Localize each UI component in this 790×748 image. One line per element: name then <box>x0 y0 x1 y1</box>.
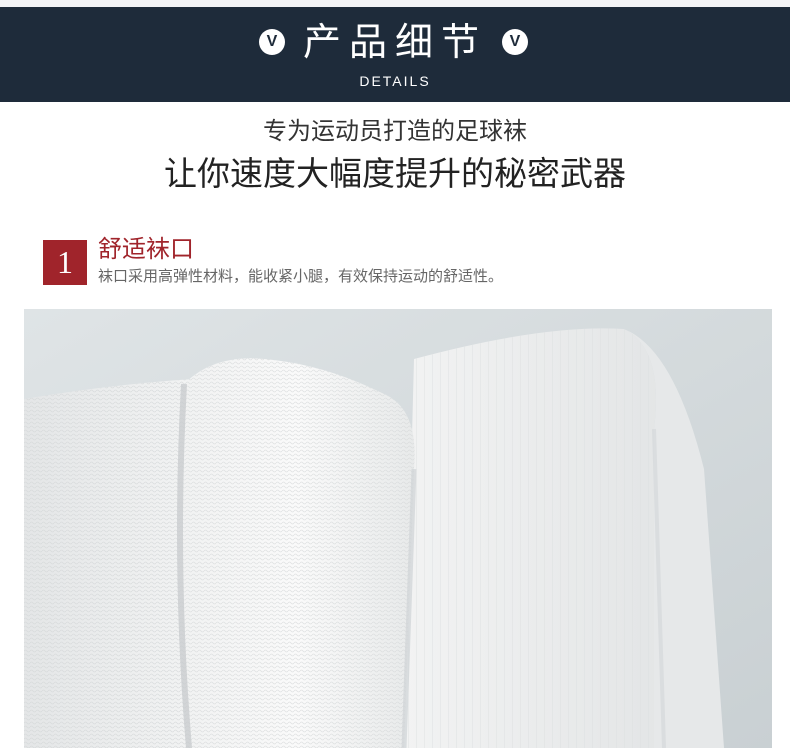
feature-number-badge: 1 <box>43 240 87 285</box>
sock-cuff-illustration <box>24 309 772 748</box>
sock-cuff-photo <box>24 309 772 748</box>
banner-subtitle: DETAILS <box>359 73 431 89</box>
tagline-line-2: 让你速度大幅度提升的秘密武器 <box>164 154 626 193</box>
feature-title: 舒适袜口 <box>98 235 194 263</box>
tagline-line-1: 专为运动员打造的足球袜 <box>263 117 527 145</box>
v-badge-icon-right: V <box>502 29 528 55</box>
details-banner: V 产品细节 V DETAILS <box>0 7 790 102</box>
banner-title: 产品细节 <box>302 20 487 64</box>
top-strip <box>0 0 790 7</box>
feature-description: 袜口采用高弹性材料，能收紧小腿，有效保持运动的舒适性。 <box>98 267 504 285</box>
